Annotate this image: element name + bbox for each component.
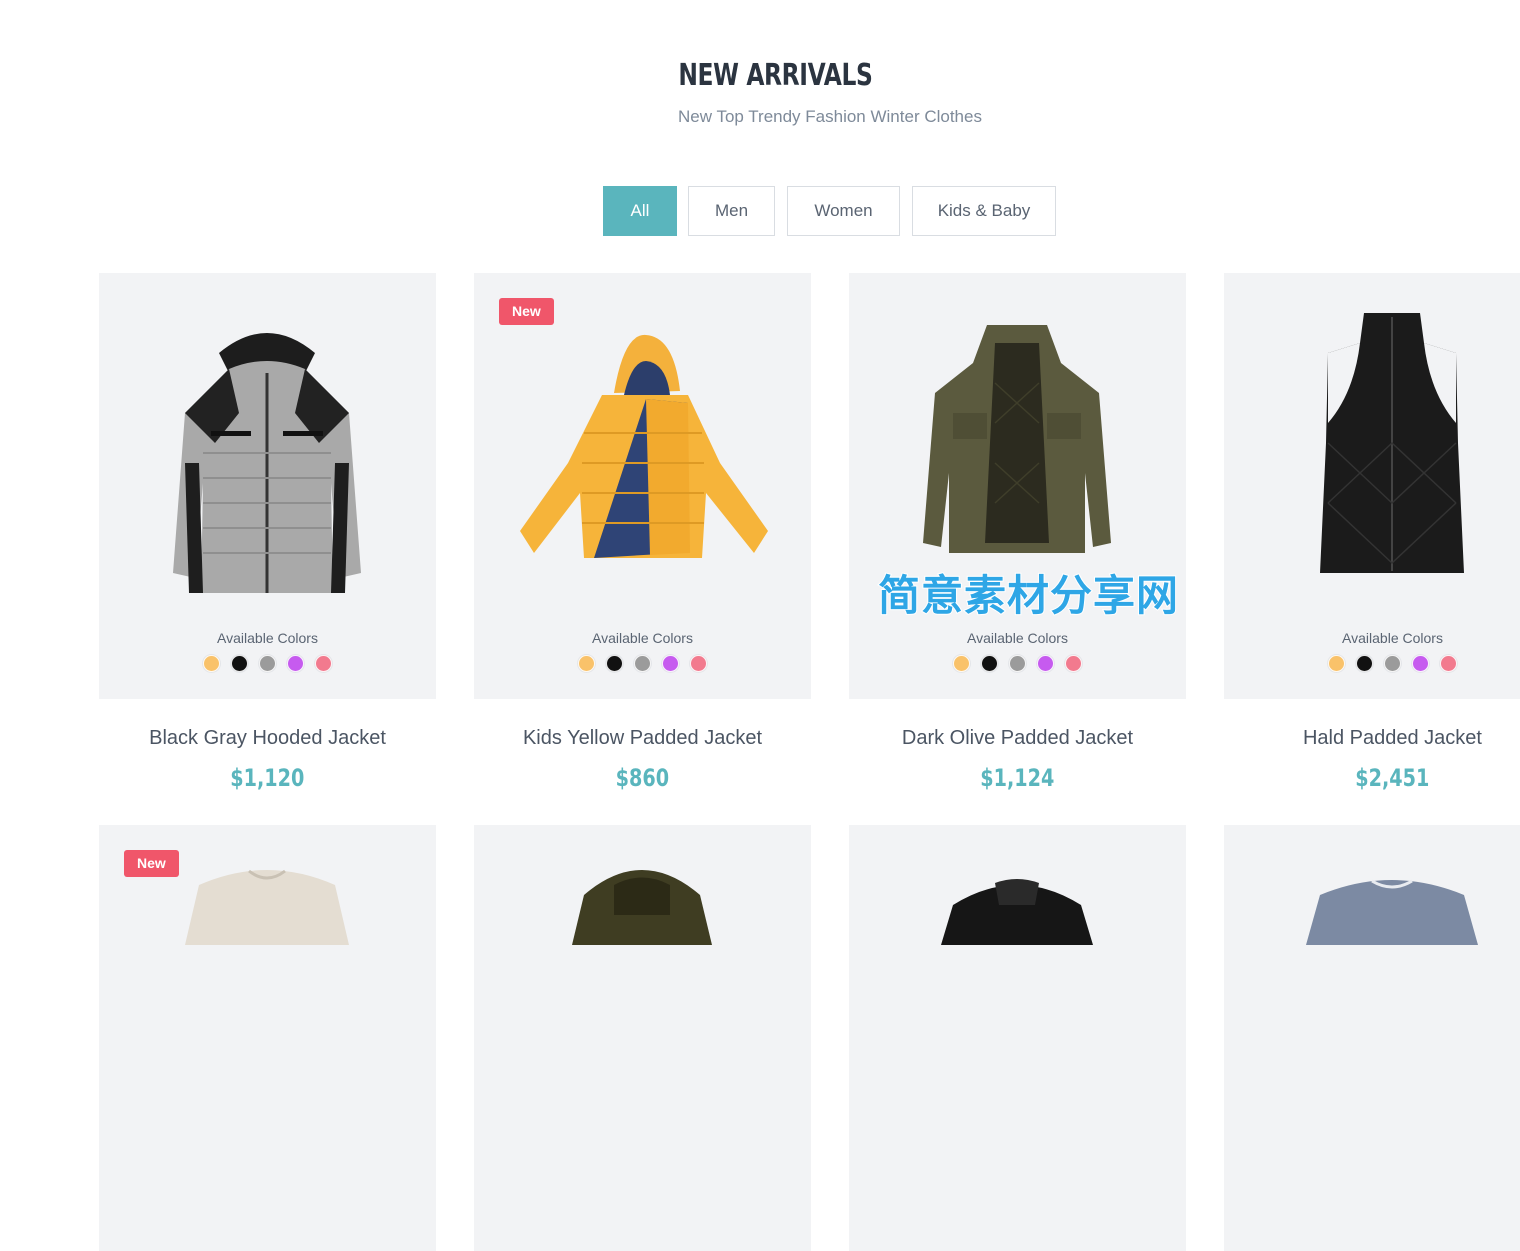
product-name[interactable]: Hald Padded Jacket — [1224, 727, 1520, 750]
swatch-yellow[interactable] — [953, 655, 970, 672]
product-name[interactable]: Dark Olive Padded Jacket — [849, 727, 1186, 750]
product-card[interactable] — [849, 825, 1186, 1251]
product-image-padded-vest[interactable] — [1224, 303, 1520, 593]
swatch-gray[interactable] — [1384, 655, 1401, 672]
filter-kids-baby-button[interactable]: Kids & Baby — [912, 186, 1056, 236]
product-image-olive-padded-jacket[interactable] — [849, 303, 1186, 593]
product-info: Black Gray Hooded Jacket $1,120 — [99, 727, 436, 792]
product-card[interactable] — [474, 825, 811, 1251]
swatch-yellow[interactable] — [203, 655, 220, 672]
swatch-black[interactable] — [606, 655, 623, 672]
product-card[interactable]: Available Colors — [99, 273, 436, 699]
available-colors-label: Available Colors — [217, 630, 318, 646]
color-swatches — [99, 655, 436, 672]
section-subtitle: New Top Trendy Fashion Winter Clothes — [678, 107, 982, 126]
swatch-pink[interactable] — [315, 655, 332, 672]
filter-all-button[interactable]: All — [603, 186, 677, 236]
product-card[interactable]: Available Colors — [1224, 273, 1520, 699]
swatch-black[interactable] — [981, 655, 998, 672]
product-card[interactable]: Available Colors — [849, 273, 1186, 699]
product-price: $1,120 — [230, 764, 305, 792]
section-title: NEW ARRIVALS — [678, 58, 873, 93]
available-colors-label: Available Colors — [592, 630, 693, 646]
swatch-purple[interactable] — [1037, 655, 1054, 672]
swatch-gray[interactable] — [634, 655, 651, 672]
color-swatches — [474, 655, 811, 672]
product-card[interactable]: New Available Colors — [474, 273, 811, 699]
available-colors-label: Available Colors — [1342, 630, 1443, 646]
swatch-purple[interactable] — [287, 655, 304, 672]
swatch-purple[interactable] — [662, 655, 679, 672]
product-image-gray-hooded-jacket[interactable] — [99, 303, 436, 593]
product-card[interactable] — [1224, 825, 1520, 1251]
color-swatches — [1224, 655, 1520, 672]
available-colors-label: Available Colors — [967, 630, 1068, 646]
swatch-purple[interactable] — [1412, 655, 1429, 672]
filter-women-button[interactable]: Women — [787, 186, 900, 236]
swatch-pink[interactable] — [690, 655, 707, 672]
product-card[interactable]: New — [99, 825, 436, 1251]
product-image-olive-hooded-jacket[interactable] — [474, 825, 811, 1115]
color-swatches — [849, 655, 1186, 672]
swatch-black[interactable] — [1356, 655, 1373, 672]
product-price: $1,124 — [980, 764, 1055, 792]
product-image-yellow-padded-jacket[interactable] — [474, 303, 811, 593]
swatch-yellow[interactable] — [1328, 655, 1345, 672]
product-image-black-hooded-jacket[interactable] — [849, 825, 1186, 1115]
product-info: Dark Olive Padded Jacket $1,124 — [849, 727, 1186, 792]
product-image-knit-sweater[interactable] — [99, 825, 436, 1115]
product-info: Hald Padded Jacket $2,451 — [1224, 727, 1520, 792]
swatch-yellow[interactable] — [578, 655, 595, 672]
swatch-black[interactable] — [231, 655, 248, 672]
swatch-gray[interactable] — [1009, 655, 1026, 672]
product-image-blue-knit-sweater[interactable] — [1224, 825, 1520, 1115]
swatch-pink[interactable] — [1065, 655, 1082, 672]
product-price: $860 — [615, 764, 670, 792]
swatch-pink[interactable] — [1440, 655, 1457, 672]
watermark-overlay: 简意素材分享网 — [877, 571, 1180, 620]
product-price: $2,451 — [1355, 764, 1430, 792]
product-name[interactable]: Black Gray Hooded Jacket — [99, 727, 436, 750]
filter-men-button[interactable]: Men — [688, 186, 775, 236]
swatch-gray[interactable] — [259, 655, 276, 672]
product-name[interactable]: Kids Yellow Padded Jacket — [474, 727, 811, 750]
product-info: Kids Yellow Padded Jacket $860 — [474, 727, 811, 792]
